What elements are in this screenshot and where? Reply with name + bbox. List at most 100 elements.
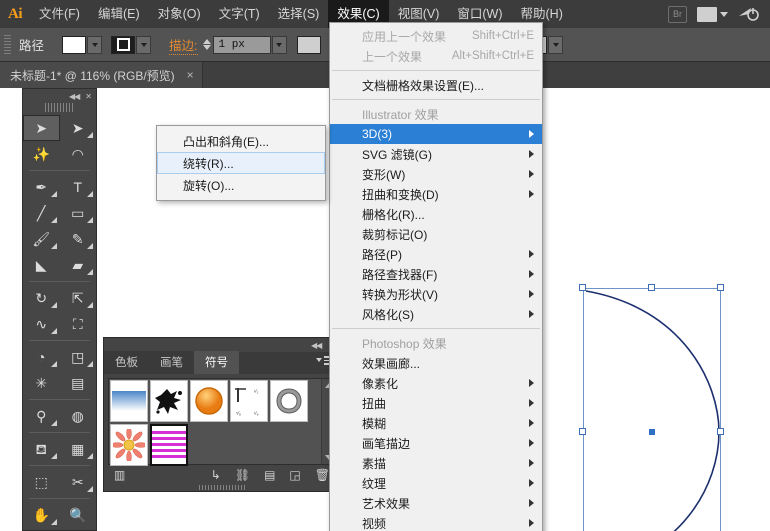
- hand-tool[interactable]: ✋: [23, 502, 60, 528]
- effects-menu-item[interactable]: 效果画廊...: [330, 353, 542, 373]
- gradient-tool[interactable]: ▤: [60, 370, 97, 396]
- menu-0[interactable]: 文件(F): [30, 0, 89, 28]
- effects-menu-item[interactable]: 路径(P): [330, 244, 542, 264]
- panel-tab-2[interactable]: 符号: [194, 351, 239, 374]
- stroke-weight-group[interactable]: 1 px: [202, 35, 287, 54]
- effects-menu-item[interactable]: 裁剪标记(O): [330, 224, 542, 244]
- menu-4[interactable]: 选择(S): [269, 0, 329, 28]
- stroke-weight-label[interactable]: 描边:: [169, 35, 198, 55]
- selection-handle-top-center[interactable]: [648, 284, 655, 291]
- fill-swatch[interactable]: [62, 35, 87, 54]
- close-icon[interactable]: ×: [187, 68, 194, 82]
- effects-menu-item[interactable]: 路径查找器(F): [330, 264, 542, 284]
- symbol-libraries-icon[interactable]: ▥: [114, 468, 125, 482]
- effects-menu-item[interactable]: 扭曲: [330, 393, 542, 413]
- symbol-options-icon[interactable]: ▤: [264, 468, 275, 482]
- effects-menu-item[interactable]: 风格化(S): [330, 304, 542, 324]
- rotate-tool[interactable]: ↻: [23, 285, 60, 311]
- break-link-icon[interactable]: ⛓: [235, 468, 250, 482]
- fill-swatch-group[interactable]: [62, 35, 103, 54]
- paintbrush-tool[interactable]: 🖌: [23, 226, 60, 252]
- blob-brush-tool[interactable]: ◣: [23, 252, 60, 278]
- selected-artwork[interactable]: [579, 284, 724, 531]
- delete-symbol-icon[interactable]: 🗑: [315, 468, 330, 482]
- blend-tool[interactable]: ◍: [60, 403, 97, 429]
- rectangle-tool[interactable]: ▭: [60, 200, 97, 226]
- symbol-ink-splat[interactable]: [150, 380, 188, 422]
- mesh-tool[interactable]: ✳: [23, 370, 60, 396]
- bridge-icon[interactable]: Br: [668, 5, 687, 23]
- symbol-sprayer-tool[interactable]: ⛾: [23, 436, 60, 462]
- panel-bottom-grip[interactable]: [199, 485, 245, 490]
- artboard-tool[interactable]: ⬚: [23, 469, 60, 495]
- stroke-weight-stepper[interactable]: [202, 39, 211, 50]
- place-symbol-instance-icon[interactable]: ↳: [211, 468, 221, 482]
- stroke-weight-dropdown-button[interactable]: [271, 35, 287, 54]
- effects-menu-item[interactable]: SVG 滤镜(G): [330, 144, 542, 164]
- menu-3[interactable]: 文字(T): [210, 0, 269, 28]
- selection-handle-top-right[interactable]: [717, 284, 724, 291]
- symbol-ruler-marks[interactable]: ¹⁄₂ ⁵⁄₈ ¹⁄₈: [230, 380, 268, 422]
- menu-1[interactable]: 编辑(E): [89, 0, 149, 28]
- lasso-tool[interactable]: ◠: [60, 141, 97, 167]
- effects-menu-item[interactable]: 变形(W): [330, 164, 542, 184]
- stroke-profile-swatch[interactable]: [296, 35, 321, 54]
- effects-menu-item[interactable]: 素描: [330, 453, 542, 473]
- magic-wand-tool[interactable]: ✨: [23, 141, 60, 167]
- free-transform-tool[interactable]: ⛶: [60, 311, 97, 337]
- document-tab[interactable]: 未标题-1* @ 116% (RGB/预览) ×: [0, 62, 203, 88]
- threed-submenu-item[interactable]: 凸出和斜角(E)...: [157, 130, 325, 152]
- selection-handle-middle-left[interactable]: [579, 428, 586, 435]
- zoom-tool[interactable]: 🔍: [60, 502, 97, 528]
- perspective-grid-tool[interactable]: ◳: [60, 344, 97, 370]
- width-tool[interactable]: ∿: [23, 311, 60, 337]
- eraser-tool[interactable]: ▰: [60, 252, 97, 278]
- direct-selection-tool[interactable]: ➤: [60, 115, 97, 141]
- new-symbol-icon[interactable]: ◲: [289, 468, 300, 482]
- stroke-swatch[interactable]: [111, 35, 136, 54]
- symbol-gradient-sky[interactable]: [110, 380, 148, 422]
- threed-submenu-item[interactable]: 绕转(R)...: [157, 152, 325, 174]
- close-icon[interactable]: ✕: [85, 92, 92, 101]
- threed-submenu-item[interactable]: 旋转(O)...: [157, 174, 325, 196]
- shape-builder-tool[interactable]: ◔: [23, 344, 60, 370]
- effects-menu-item[interactable]: 艺术效果: [330, 493, 542, 513]
- effects-menu-item[interactable]: 扭曲和变换(D): [330, 184, 542, 204]
- effects-menu-item[interactable]: 模糊: [330, 413, 542, 433]
- eyedropper-tool[interactable]: ⚲: [23, 403, 60, 429]
- pencil-tool[interactable]: ✎: [60, 226, 97, 252]
- selection-tool[interactable]: ➤: [23, 115, 60, 141]
- effects-menu-item[interactable]: 像素化: [330, 373, 542, 393]
- collapse-icon[interactable]: ◀◀: [69, 92, 80, 101]
- fill-dropdown-button[interactable]: [87, 35, 103, 54]
- selection-handle-middle-right[interactable]: [717, 428, 724, 435]
- slice-tool[interactable]: ✂: [60, 469, 97, 495]
- selection-handle-top-left[interactable]: [579, 284, 586, 291]
- effects-menu-item[interactable]: 3D(3): [330, 124, 542, 144]
- column-graph-tool[interactable]: ▦: [60, 436, 97, 462]
- tools-panel-grip[interactable]: [45, 103, 74, 112]
- collapse-icon[interactable]: ◀◀: [311, 341, 322, 350]
- effects-menu-item[interactable]: 纹理: [330, 473, 542, 493]
- pen-tool[interactable]: ✒: [23, 174, 60, 200]
- effects-menu-item[interactable]: 栅格化(R)...: [330, 204, 542, 224]
- symbol-magenta-stripes[interactable]: [150, 424, 188, 466]
- stroke-swatch-group[interactable]: [111, 35, 152, 54]
- effects-menu-item[interactable]: 视频: [330, 513, 542, 531]
- style-dropdown-button[interactable]: [548, 35, 564, 54]
- stroke-dropdown-button[interactable]: [136, 35, 152, 54]
- stroke-weight-input[interactable]: 1 px: [212, 35, 271, 54]
- workspace-switcher-icon[interactable]: [738, 5, 760, 23]
- effects-menu-item[interactable]: 转换为形状(V): [330, 284, 542, 304]
- scale-tool[interactable]: ⇱: [60, 285, 97, 311]
- panel-tab-1[interactable]: 画笔: [149, 351, 194, 374]
- symbol-grey-wreath[interactable]: [270, 380, 308, 422]
- menu-2[interactable]: 对象(O): [149, 0, 210, 28]
- type-tool[interactable]: T: [60, 174, 97, 200]
- arrange-documents-icon[interactable]: [697, 6, 728, 22]
- symbol-orange-orb[interactable]: [190, 380, 228, 422]
- control-bar-grip[interactable]: [4, 34, 11, 55]
- panel-tab-0[interactable]: 色板: [104, 351, 149, 374]
- effects-menu-item[interactable]: 文档栅格效果设置(E)...: [330, 75, 542, 95]
- effects-menu-item[interactable]: 画笔描边: [330, 433, 542, 453]
